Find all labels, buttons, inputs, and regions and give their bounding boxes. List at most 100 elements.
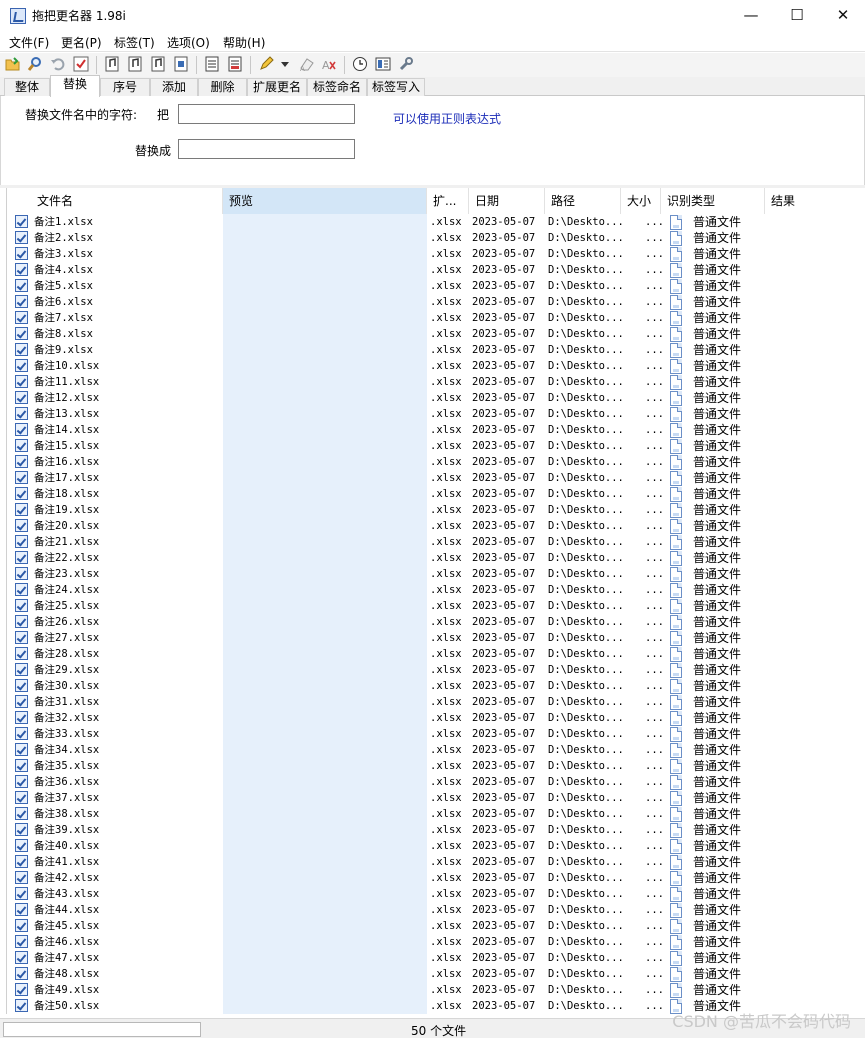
file-row[interactable]: 备注23.xlsx .xlsx 2023-05-07 D:\Deskto...... 普…	[7, 566, 854, 582]
menu-file[interactable]: 文件(F)	[9, 34, 49, 51]
music-tag-icon[interactable]	[150, 56, 166, 72]
row-checkbox[interactable]	[15, 807, 28, 820]
row-checkbox[interactable]	[15, 791, 28, 804]
row-checkbox[interactable]	[15, 775, 28, 788]
row-checkbox[interactable]	[15, 855, 28, 868]
file-row[interactable]: 备注16.xlsx .xlsx 2023-05-07 D:\Deskto...... 普…	[7, 454, 854, 470]
clock-icon[interactable]	[352, 56, 368, 72]
row-checkbox[interactable]	[15, 983, 28, 996]
file-row[interactable]: 备注43.xlsx .xlsx 2023-05-07 D:\Deskto...... 普…	[7, 886, 854, 902]
file-row[interactable]: 备注2.xlsx .xlsx 2023-05-07 D:\Deskto...... 普通…	[7, 230, 854, 246]
row-checkbox[interactable]	[15, 839, 28, 852]
file-row[interactable]: 备注49.xlsx .xlsx 2023-05-07 D:\Deskto...... 普…	[7, 982, 854, 998]
file-row[interactable]: 备注37.xlsx .xlsx 2023-05-07 D:\Deskto...... 普…	[7, 790, 854, 806]
file-row[interactable]: 备注5.xlsx .xlsx 2023-05-07 D:\Deskto...... 普通…	[7, 278, 854, 294]
row-checkbox[interactable]	[15, 279, 28, 292]
open-folder-icon[interactable]	[5, 56, 21, 72]
file-row[interactable]: 备注45.xlsx .xlsx 2023-05-07 D:\Deskto...... 普…	[7, 918, 854, 934]
row-checkbox[interactable]	[15, 711, 28, 724]
file-row[interactable]: 备注20.xlsx .xlsx 2023-05-07 D:\Deskto...... 普…	[7, 518, 854, 534]
clear-icon[interactable]: A	[321, 56, 337, 72]
column-header-size[interactable]: 大小	[621, 188, 661, 214]
file-row[interactable]: 备注46.xlsx .xlsx 2023-05-07 D:\Deskto...... 普…	[7, 934, 854, 950]
row-checkbox[interactable]	[15, 535, 28, 548]
row-checkbox[interactable]	[15, 935, 28, 948]
row-checkbox[interactable]	[15, 743, 28, 756]
report-icon[interactable]	[227, 56, 243, 72]
row-checkbox[interactable]	[15, 551, 28, 564]
row-checkbox[interactable]	[15, 423, 28, 436]
menu-options[interactable]: 选项(O)	[167, 34, 210, 51]
row-checkbox[interactable]	[15, 631, 28, 644]
file-row[interactable]: 备注33.xlsx .xlsx 2023-05-07 D:\Deskto...... 普…	[7, 726, 854, 742]
file-row[interactable]: 备注10.xlsx .xlsx 2023-05-07 D:\Deskto...... 普…	[7, 358, 854, 374]
settings-icon[interactable]	[398, 56, 414, 72]
document-icon[interactable]	[204, 56, 220, 72]
highlighter-icon[interactable]	[258, 56, 274, 72]
maximize-button[interactable]: ☐	[774, 0, 820, 31]
file-row[interactable]: 备注6.xlsx .xlsx 2023-05-07 D:\Deskto...... 普通…	[7, 294, 854, 310]
file-row[interactable]: 备注4.xlsx .xlsx 2023-05-07 D:\Deskto...... 普通…	[7, 262, 854, 278]
file-row[interactable]: 备注14.xlsx .xlsx 2023-05-07 D:\Deskto...... 普…	[7, 422, 854, 438]
close-button[interactable]: ✕	[820, 0, 865, 31]
tab-delete[interactable]: 删除	[198, 78, 247, 96]
checklist-icon[interactable]	[73, 56, 89, 72]
row-checkbox[interactable]	[15, 887, 28, 900]
file-row[interactable]: 备注15.xlsx .xlsx 2023-05-07 D:\Deskto...... 普…	[7, 438, 854, 454]
row-checkbox[interactable]	[15, 615, 28, 628]
column-header-filename[interactable]: 文件名	[31, 188, 223, 214]
file-row[interactable]: 备注28.xlsx .xlsx 2023-05-07 D:\Deskto...... 普…	[7, 646, 854, 662]
row-checkbox[interactable]	[15, 919, 28, 932]
row-checkbox[interactable]	[15, 343, 28, 356]
file-row[interactable]: 备注17.xlsx .xlsx 2023-05-07 D:\Deskto...... 普…	[7, 470, 854, 486]
file-row[interactable]: 备注21.xlsx .xlsx 2023-05-07 D:\Deskto...... 普…	[7, 534, 854, 550]
tab-tag-write[interactable]: 标签写入	[367, 78, 425, 96]
column-header-date[interactable]: 日期	[469, 188, 545, 214]
row-checkbox[interactable]	[15, 871, 28, 884]
file-row[interactable]: 备注7.xlsx .xlsx 2023-05-07 D:\Deskto...... 普通…	[7, 310, 854, 326]
tab-add[interactable]: 添加	[150, 78, 198, 96]
file-row[interactable]: 备注24.xlsx .xlsx 2023-05-07 D:\Deskto...... 普…	[7, 582, 854, 598]
file-row[interactable]: 备注12.xlsx .xlsx 2023-05-07 D:\Deskto...... 普…	[7, 390, 854, 406]
dropdown-arrow-icon[interactable]	[280, 56, 290, 72]
tab-tag-naming[interactable]: 标签命名	[307, 78, 367, 96]
file-row[interactable]: 备注48.xlsx .xlsx 2023-05-07 D:\Deskto...... 普…	[7, 966, 854, 982]
find-input[interactable]	[178, 104, 355, 124]
row-checkbox[interactable]	[15, 231, 28, 244]
row-checkbox[interactable]	[15, 439, 28, 452]
search-icon[interactable]	[27, 56, 43, 72]
file-row[interactable]: 备注13.xlsx .xlsx 2023-05-07 D:\Deskto...... 普…	[7, 406, 854, 422]
row-checkbox[interactable]	[15, 903, 28, 916]
file-row[interactable]: 备注39.xlsx .xlsx 2023-05-07 D:\Deskto...... 普…	[7, 822, 854, 838]
tab-replace[interactable]: 替换	[50, 75, 100, 97]
row-checkbox[interactable]	[15, 951, 28, 964]
row-checkbox[interactable]	[15, 999, 28, 1012]
row-checkbox[interactable]	[15, 487, 28, 500]
row-checkbox[interactable]	[15, 679, 28, 692]
column-header-type[interactable]: 识别类型	[661, 188, 765, 214]
music-tag-icon[interactable]	[104, 56, 120, 72]
row-checkbox[interactable]	[15, 359, 28, 372]
music-tag-icon[interactable]	[127, 56, 143, 72]
file-row[interactable]: 备注27.xlsx .xlsx 2023-05-07 D:\Deskto...... 普…	[7, 630, 854, 646]
row-checkbox[interactable]	[15, 455, 28, 468]
menu-help[interactable]: 帮助(H)	[223, 34, 265, 51]
file-row[interactable]: 备注11.xlsx .xlsx 2023-05-07 D:\Deskto...... 普…	[7, 374, 854, 390]
row-checkbox[interactable]	[15, 215, 28, 228]
file-row[interactable]: 备注41.xlsx .xlsx 2023-05-07 D:\Deskto...... 普…	[7, 854, 854, 870]
row-checkbox[interactable]	[15, 663, 28, 676]
row-checkbox[interactable]	[15, 375, 28, 388]
file-row[interactable]: 备注32.xlsx .xlsx 2023-05-07 D:\Deskto...... 普…	[7, 710, 854, 726]
file-row[interactable]: 备注34.xlsx .xlsx 2023-05-07 D:\Deskto...... 普…	[7, 742, 854, 758]
tab-extended-rename[interactable]: 扩展更名	[247, 78, 307, 96]
row-checkbox[interactable]	[15, 567, 28, 580]
file-row[interactable]: 备注3.xlsx .xlsx 2023-05-07 D:\Deskto...... 普通…	[7, 246, 854, 262]
row-checkbox[interactable]	[15, 647, 28, 660]
file-row[interactable]: 备注8.xlsx .xlsx 2023-05-07 D:\Deskto...... 普通…	[7, 326, 854, 342]
column-header-preview[interactable]: 预览	[223, 188, 427, 214]
row-checkbox[interactable]	[15, 599, 28, 612]
menu-rename[interactable]: 更名(P)	[61, 34, 102, 51]
file-row[interactable]: 备注47.xlsx .xlsx 2023-05-07 D:\Deskto...... 普…	[7, 950, 854, 966]
file-row[interactable]: 备注42.xlsx .xlsx 2023-05-07 D:\Deskto...... 普…	[7, 870, 854, 886]
row-checkbox[interactable]	[15, 727, 28, 740]
